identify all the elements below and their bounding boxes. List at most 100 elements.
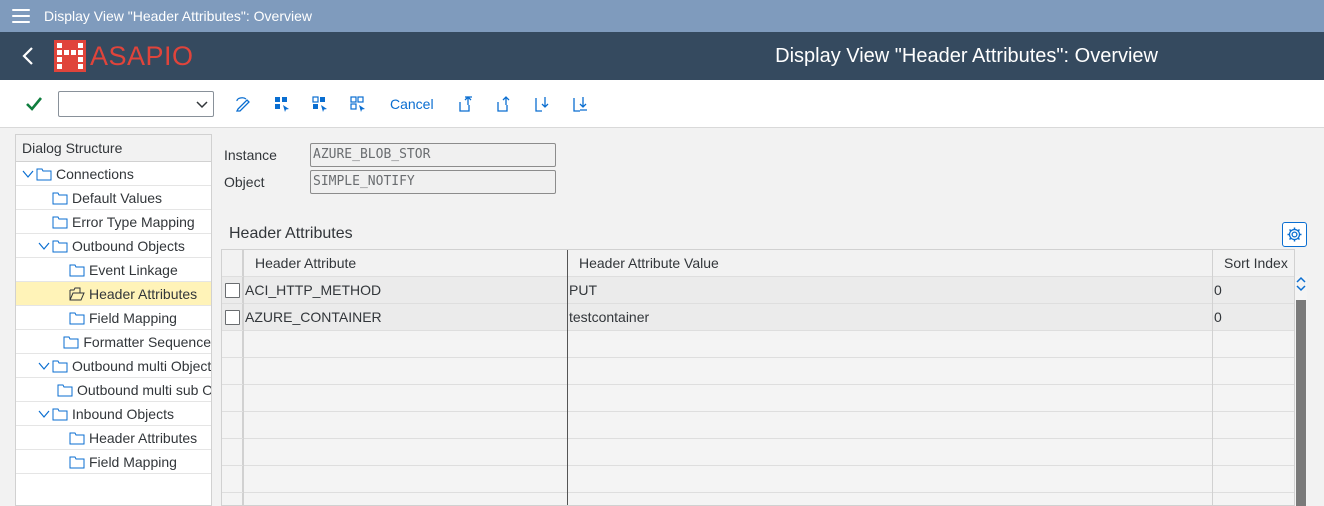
tree-item[interactable]: Connections <box>16 162 211 186</box>
tree-item[interactable]: Header Attributes <box>16 426 211 450</box>
tree-item-label: Outbound multi Objects <box>72 357 211 374</box>
expand-toggle-icon[interactable] <box>38 240 50 252</box>
table-cell[interactable]: AZURE_CONTAINER <box>243 304 567 330</box>
tree-item-label: Header Attributes <box>89 429 198 446</box>
column-header[interactable]: Sort Index <box>1212 250 1294 276</box>
tree-item[interactable]: Field Mapping <box>16 450 211 474</box>
dialog-structure-title: Dialog Structure <box>16 135 211 162</box>
object-label: Object <box>224 174 265 190</box>
tree-item[interactable]: Default Values <box>16 186 211 210</box>
column-header[interactable]: Header Attribute <box>243 250 567 276</box>
table-cell <box>567 331 1212 357</box>
open-folder-icon <box>69 287 85 301</box>
row-selector[interactable] <box>222 277 243 303</box>
cancel-button[interactable]: Cancel <box>390 96 434 112</box>
tree-item[interactable]: Formatter Sequence <box>16 330 211 354</box>
page-title: Display View "Header Attributes": Overvi… <box>775 44 1158 67</box>
dialog-structure-tree: Connections Default Values Error Type Mapp… <box>16 162 211 474</box>
expand-toggle-icon[interactable] <box>38 360 50 372</box>
tree-item[interactable]: Field Mapping <box>16 306 211 330</box>
instance-field: AZURE_BLOB_STOR <box>310 143 556 167</box>
column-header[interactable]: Header Attribute Value <box>567 250 1212 276</box>
table-cell <box>243 358 567 384</box>
row-selector[interactable] <box>222 439 243 465</box>
row-selector[interactable] <box>222 493 243 505</box>
table-cell[interactable]: 0 <box>1212 277 1294 303</box>
last-page-icon[interactable] <box>570 94 590 114</box>
row-selector[interactable] <box>222 385 243 411</box>
row-selector-header[interactable] <box>222 250 243 276</box>
empty-table-row <box>222 493 1294 505</box>
select-block-icon[interactable] <box>310 94 330 114</box>
table-cell <box>1212 439 1294 465</box>
table-cell <box>1212 493 1294 505</box>
row-checkbox[interactable] <box>225 283 240 298</box>
table-cell <box>567 493 1212 505</box>
row-checkbox[interactable] <box>225 310 240 325</box>
column-divider[interactable] <box>567 250 568 505</box>
tree-item[interactable]: Event Linkage <box>16 258 211 282</box>
tree-item[interactable]: Error Type Mapping <box>16 210 211 234</box>
expand-toggle-icon[interactable] <box>38 408 50 420</box>
tree-item[interactable]: Outbound multi sub Objects <box>16 378 211 402</box>
instance-row: Instance AZURE_BLOB_STOR <box>224 143 556 167</box>
table-cell[interactable]: ACI_HTTP_METHOD <box>243 277 567 303</box>
tree-item-label: Field Mapping <box>89 453 177 470</box>
settings-gear-icon[interactable] <box>1282 222 1307 247</box>
display-change-icon[interactable] <box>234 94 254 114</box>
tree-item[interactable]: Header Attributes <box>16 282 211 306</box>
first-page-icon[interactable] <box>456 94 476 114</box>
window-title-bar: Display View "Header Attributes": Overvi… <box>0 0 1324 32</box>
application-toolbar: Cancel <box>0 80 1324 128</box>
folder-icon <box>36 167 52 181</box>
tree-item[interactable]: Inbound Objects <box>16 402 211 426</box>
table-cell <box>567 358 1212 384</box>
row-selector[interactable] <box>222 412 243 438</box>
previous-page-icon[interactable] <box>494 94 514 114</box>
expand-toggle-icon[interactable] <box>22 168 34 180</box>
table-title: Header Attributes <box>229 225 353 242</box>
checkmark-icon[interactable] <box>24 94 44 114</box>
table-cell[interactable]: 0 <box>1212 304 1294 330</box>
tree-item-label: Inbound Objects <box>72 405 174 422</box>
folder-icon <box>52 407 68 421</box>
table-cell <box>243 331 567 357</box>
next-page-icon[interactable] <box>532 94 552 114</box>
deselect-all-icon[interactable] <box>348 94 368 114</box>
table-cell <box>1212 412 1294 438</box>
scroll-thumb[interactable] <box>1296 300 1306 506</box>
logo-text: ASAPIO <box>90 40 194 71</box>
chevron-down-icon <box>195 98 209 116</box>
tree-item[interactable]: Outbound multi Objects <box>16 354 211 378</box>
folder-icon <box>69 263 85 277</box>
table-cell <box>243 493 567 505</box>
folder-icon <box>52 359 68 373</box>
table-cell[interactable]: testcontainer <box>567 304 1212 330</box>
tree-item[interactable]: Outbound Objects <box>16 234 211 258</box>
table-header-row: Header Attribute Header Attribute Value … <box>222 250 1294 277</box>
table-cell <box>243 412 567 438</box>
command-field-select[interactable] <box>58 90 214 117</box>
scroll-arrows-icon[interactable] <box>1295 276 1307 298</box>
column-divider <box>243 250 244 505</box>
back-arrow-icon[interactable] <box>22 44 38 68</box>
table-cell <box>1212 466 1294 492</box>
table-row: AZURE_CONTAINER testcontainer 0 <box>222 304 1294 331</box>
window-title: Display View "Header Attributes": Overvi… <box>44 8 313 24</box>
row-selector[interactable] <box>222 358 243 384</box>
select-all-icon[interactable] <box>272 94 292 114</box>
row-selector[interactable] <box>222 304 243 330</box>
object-row: Object SIMPLE_NOTIFY <box>224 170 556 194</box>
folder-icon <box>69 455 85 469</box>
row-selector[interactable] <box>222 331 243 357</box>
table-cell[interactable]: PUT <box>567 277 1212 303</box>
empty-table-row <box>222 466 1294 493</box>
folder-icon <box>63 335 79 349</box>
hamburger-menu-icon[interactable] <box>12 9 30 23</box>
row-selector[interactable] <box>222 466 243 492</box>
table-vertical-scrollbar[interactable] <box>1295 276 1307 506</box>
